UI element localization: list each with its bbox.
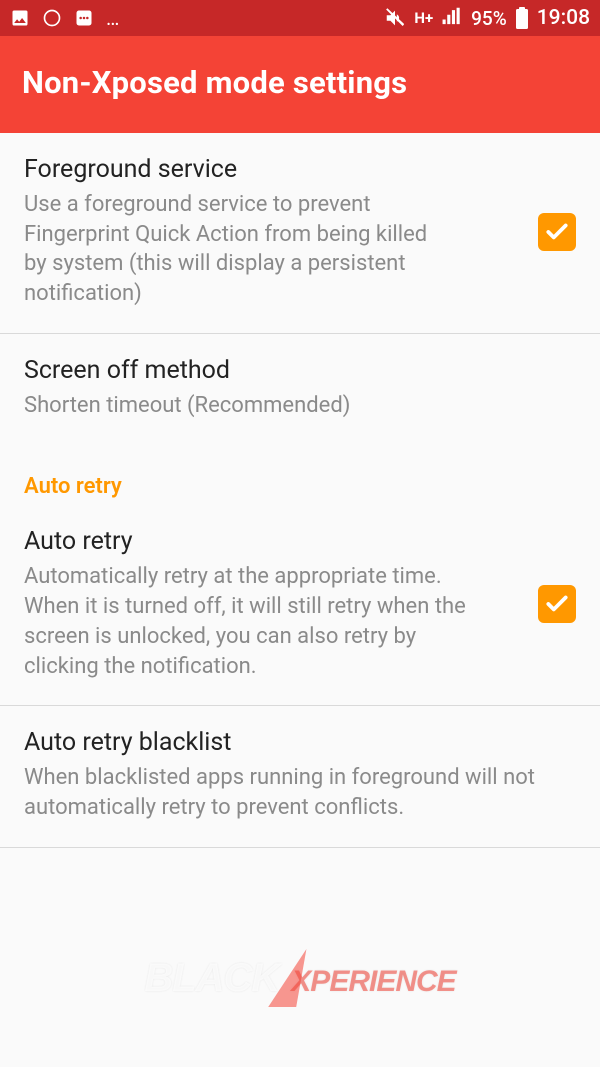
setting-title: Auto retry xyxy=(24,527,520,556)
battery-icon xyxy=(515,7,529,29)
watermark: BLACK XPERIENCE xyxy=(144,949,455,1007)
setting-subtitle: Use a foreground service to prevent Fing… xyxy=(24,190,454,309)
watermark-xperience: XPERIENCE xyxy=(291,957,455,999)
setting-title: Auto retry blacklist xyxy=(24,728,576,757)
setting-auto-retry[interactable]: Auto retry Automatically retry at the ap… xyxy=(0,505,600,705)
app-bar: Non-Xposed mode settings xyxy=(0,36,600,133)
statusbar-left: … xyxy=(10,6,121,30)
settings-list: Foreground service Use a foreground serv… xyxy=(0,133,600,848)
bbm-icon xyxy=(74,8,94,28)
watermark-black: BLACK xyxy=(144,956,279,1001)
clock: 19:08 xyxy=(537,6,590,30)
setting-foreground-service[interactable]: Foreground service Use a foreground serv… xyxy=(0,133,600,333)
status-bar: … H+ 95% 19:08 xyxy=(0,0,600,36)
setting-title: Screen off method xyxy=(24,356,576,385)
battery-pct: 95% xyxy=(471,7,507,30)
mute-icon xyxy=(384,7,406,29)
setting-subtitle: Automatically retry at the appropriate t… xyxy=(24,562,484,681)
section-header-auto-retry: Auto retry xyxy=(0,444,600,505)
gallery-icon xyxy=(10,8,30,28)
divider xyxy=(0,847,600,848)
more-icon: … xyxy=(106,6,121,30)
setting-auto-retry-blacklist[interactable]: Auto retry blacklist When blacklisted ap… xyxy=(0,706,600,846)
record-icon xyxy=(42,8,62,28)
signal-icon xyxy=(441,7,463,29)
checkbox-auto-retry[interactable] xyxy=(538,585,576,623)
setting-subtitle: When blacklisted apps running in foregro… xyxy=(24,763,576,822)
network-type: H+ xyxy=(414,9,433,27)
page-title: Non-Xposed mode settings xyxy=(22,64,578,101)
setting-screen-off-method[interactable]: Screen off method Shorten timeout (Recom… xyxy=(0,334,600,445)
setting-title: Foreground service xyxy=(24,155,520,184)
statusbar-right: H+ 95% 19:08 xyxy=(384,6,590,30)
checkbox-foreground[interactable] xyxy=(538,213,576,251)
setting-subtitle: Shorten timeout (Recommended) xyxy=(24,391,576,421)
